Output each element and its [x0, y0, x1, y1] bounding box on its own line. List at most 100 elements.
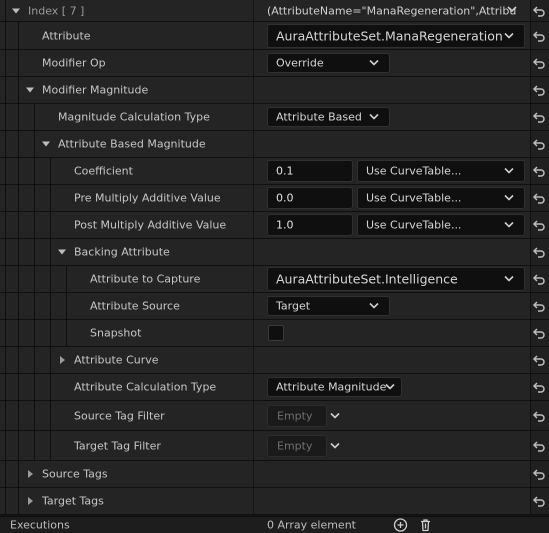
pre-multiply-input[interactable]: 0.0 [267, 187, 353, 209]
collapsed-arrow-icon[interactable] [28, 470, 33, 478]
target-tag-filter-label: Target Tag Filter [74, 439, 161, 452]
attribute-curve-row[interactable]: Attribute Curve [0, 347, 549, 374]
reset-arrow-icon[interactable] [532, 299, 546, 313]
attribute-label: Attribute [42, 29, 91, 42]
reset-arrow-icon[interactable] [532, 439, 546, 453]
modifier-op-combo[interactable]: Override [267, 53, 390, 73]
chevron-down-icon [504, 221, 514, 228]
executions-row: Executions 0 Array element [0, 516, 549, 533]
modifier-op-row: Modifier Op Override [0, 50, 549, 77]
add-element-icon[interactable] [393, 518, 408, 533]
attribute-combo[interactable]: AuraAttributeSet.ManaRegeneration [267, 23, 525, 48]
target-tag-filter-box[interactable]: Empty [267, 434, 327, 457]
source-tags-label: Source Tags [42, 467, 108, 481]
reset-arrow-icon[interactable] [532, 494, 546, 508]
snapshot-checkbox[interactable] [268, 325, 284, 341]
attribute-based-magnitude-label: Attribute Based Magnitude [58, 137, 206, 151]
reset-arrow-icon[interactable] [532, 272, 546, 286]
snapshot-row: Snapshot [0, 320, 549, 347]
attribute-calc-type-combo[interactable]: Attribute Magnitude [267, 377, 402, 397]
magnitude-calc-type-combo[interactable]: Attribute Based [267, 107, 390, 127]
pre-multiply-value: 0.0 [276, 191, 294, 205]
array-index-label: Index [ 7 ] [28, 4, 85, 17]
coefficient-curve-combo[interactable]: Use CurveTable... [357, 160, 525, 182]
reset-arrow-icon[interactable] [532, 353, 546, 367]
source-tags-row[interactable]: Source Tags [0, 461, 549, 488]
source-tag-filter-value: Empty [277, 409, 313, 422]
reset-arrow-icon[interactable] [532, 326, 546, 340]
attribute-to-capture-combo[interactable]: AuraAttributeSet.Intelligence [267, 267, 525, 291]
modifier-magnitude-row[interactable]: Modifier Magnitude [0, 77, 549, 104]
attribute-source-value: Target [276, 299, 311, 313]
trash-icon[interactable] [418, 518, 433, 533]
target-tags-row[interactable]: Target Tags [0, 488, 549, 515]
pre-multiply-curve-value: Use CurveTable... [366, 191, 462, 205]
reset-arrow-icon[interactable] [532, 245, 546, 259]
executions-label: Executions [10, 518, 70, 532]
chevron-down-icon [504, 32, 514, 39]
modifier-magnitude-label: Modifier Magnitude [42, 83, 149, 97]
post-multiply-curve-combo[interactable]: Use CurveTable... [357, 214, 525, 236]
reset-arrow-icon[interactable] [532, 164, 546, 178]
chevron-down-icon [385, 383, 395, 390]
reset-arrow-icon[interactable] [532, 110, 546, 124]
post-multiply-input[interactable]: 1.0 [267, 214, 353, 236]
pre-multiply-row: Pre Multiply Additive Value 0.0 Use Curv… [0, 185, 549, 212]
chevron-down-icon [369, 302, 379, 309]
attribute-curve-label: Attribute Curve [74, 353, 159, 367]
array-index-row[interactable]: Index [ 7 ] (AttributeName="ManaRegenera… [0, 0, 549, 22]
details-panel: Index [ 7 ] (AttributeName="ManaRegenera… [0, 0, 549, 533]
reset-arrow-icon[interactable] [532, 56, 546, 70]
collapsed-arrow-icon[interactable] [60, 356, 65, 364]
target-tag-filter-row: Target Tag Filter Empty [0, 431, 549, 461]
collapse-arrow-icon[interactable] [12, 8, 20, 13]
snapshot-label: Snapshot [90, 326, 142, 340]
post-multiply-curve-value: Use CurveTable... [366, 218, 462, 232]
attribute-calc-type-row: Attribute Calculation Type Attribute Mag… [0, 374, 549, 401]
magnitude-calc-type-label: Magnitude Calculation Type [58, 110, 210, 124]
pre-multiply-curve-combo[interactable]: Use CurveTable... [357, 187, 525, 209]
magnitude-calc-type-value: Attribute Based [276, 110, 362, 124]
expand-arrow-icon[interactable] [42, 141, 50, 147]
expand-arrow-icon[interactable] [26, 87, 34, 93]
attribute-to-capture-value: AuraAttributeSet.Intelligence [276, 271, 458, 287]
reset-arrow-icon[interactable] [532, 29, 546, 43]
reset-arrow-icon[interactable] [532, 83, 546, 97]
backing-attribute-label: Backing Attribute [74, 245, 170, 259]
attribute-calc-type-value: Attribute Magnitude [276, 380, 387, 394]
collapsed-arrow-icon[interactable] [28, 497, 33, 505]
reset-arrow-icon[interactable] [532, 218, 546, 232]
chevron-down-icon [504, 275, 514, 282]
chevron-down-icon [369, 113, 379, 120]
chevron-down-icon [504, 167, 514, 174]
chevron-down-icon [369, 59, 379, 66]
reset-arrow-icon[interactable] [532, 4, 546, 18]
attribute-source-row: Attribute Source Target [0, 293, 549, 320]
post-multiply-label: Post Multiply Additive Value [74, 218, 227, 232]
modifier-op-value: Override [276, 56, 324, 70]
reset-arrow-icon[interactable] [532, 409, 546, 423]
reset-arrow-icon[interactable] [532, 137, 546, 151]
chevron-down-icon[interactable] [330, 442, 340, 449]
reset-arrow-icon[interactable] [532, 467, 546, 481]
post-multiply-row: Post Multiply Additive Value 1.0 Use Cur… [0, 212, 549, 239]
coefficient-label: Coefficient [74, 164, 133, 178]
attribute-source-label: Attribute Source [90, 299, 180, 313]
coefficient-input[interactable]: 0.1 [267, 160, 353, 182]
reset-arrow-icon[interactable] [532, 191, 546, 205]
chevron-down-icon[interactable] [507, 6, 517, 13]
source-tag-filter-box[interactable]: Empty [267, 404, 327, 427]
coefficient-curve-value: Use CurveTable... [366, 164, 462, 178]
magnitude-calc-type-row: Magnitude Calculation Type Attribute Bas… [0, 104, 549, 131]
pre-multiply-label: Pre Multiply Additive Value [74, 191, 221, 205]
chevron-down-icon[interactable] [330, 412, 340, 419]
coefficient-row: Coefficient 0.1 Use CurveTable... [0, 158, 549, 185]
target-tags-label: Target Tags [42, 494, 104, 508]
attribute-based-magnitude-row[interactable]: Attribute Based Magnitude [0, 131, 549, 158]
post-multiply-value: 1.0 [276, 218, 294, 232]
attribute-source-combo[interactable]: Target [267, 296, 390, 316]
backing-attribute-row[interactable]: Backing Attribute [0, 239, 549, 266]
target-tag-filter-value: Empty [277, 439, 313, 452]
reset-arrow-icon[interactable] [532, 380, 546, 394]
expand-arrow-icon[interactable] [58, 249, 66, 255]
